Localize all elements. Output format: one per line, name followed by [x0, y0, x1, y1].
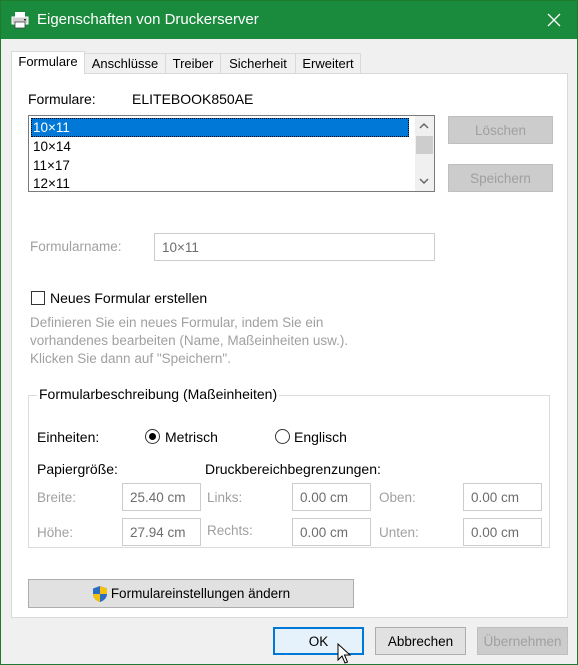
- new-form-checkbox[interactable]: [31, 291, 45, 305]
- change-settings-label: Formulareinstellungen ändern: [110, 586, 291, 601]
- close-button[interactable]: [531, 1, 577, 39]
- list-scrollbar[interactable]: [415, 116, 434, 191]
- change-form-settings-button[interactable]: Formulareinstellungen ändern: [28, 579, 354, 608]
- left-label: Links:: [207, 490, 243, 505]
- left-margin-input[interactable]: 0.00 cm: [292, 483, 371, 511]
- apply-button[interactable]: Übernehmen: [477, 627, 568, 655]
- list-item[interactable]: 10×14: [31, 137, 409, 156]
- mouse-cursor-icon: [337, 643, 351, 664]
- right-margin-input[interactable]: 0.00 cm: [292, 518, 371, 546]
- tab-sicherheit[interactable]: Sicherheit: [220, 53, 296, 73]
- metric-radio[interactable]: [145, 429, 160, 444]
- paper-size-label: Papiergröße:: [37, 461, 118, 477]
- save-button[interactable]: Speichern: [448, 164, 553, 192]
- tab-formulare[interactable]: Formulare: [11, 51, 85, 74]
- metric-label[interactable]: Metrisch: [165, 429, 218, 445]
- server-name: ELITEBOOK850AE: [132, 91, 254, 107]
- chevron-up-icon[interactable]: [419, 122, 429, 129]
- formulare-label: Formulare:: [28, 91, 96, 107]
- forms-listbox[interactable]: 10×11 10×14 11×17 12×11: [28, 115, 435, 192]
- title-bar[interactable]: Eigenschaften von Druckerserver: [1, 1, 577, 39]
- height-input[interactable]: 27.94 cm: [122, 518, 201, 546]
- group-title: Formularbeschreibung (Maßeinheiten): [37, 386, 280, 402]
- list-item[interactable]: 12×11: [31, 174, 409, 193]
- form-description-group: Formularbeschreibung (Maßeinheiten) Einh…: [28, 386, 550, 548]
- width-input[interactable]: 25.40 cm: [122, 483, 201, 511]
- delete-button[interactable]: Löschen: [448, 116, 553, 144]
- cancel-button[interactable]: Abbrechen: [375, 627, 466, 655]
- list-item[interactable]: 10×11: [31, 118, 409, 137]
- top-label: Oben:: [379, 490, 416, 505]
- list-item[interactable]: 11×17: [31, 156, 409, 175]
- tab-anschluesse[interactable]: Anschlüsse: [84, 53, 166, 73]
- top-margin-input[interactable]: 0.00 cm: [463, 483, 542, 511]
- english-label[interactable]: Englisch: [294, 429, 347, 445]
- english-radio[interactable]: [275, 429, 290, 444]
- formname-input[interactable]: 10×11: [154, 233, 435, 261]
- bottom-label: Unten:: [379, 525, 419, 540]
- properties-window: Eigenschaften von Druckerserver Formular…: [0, 0, 578, 665]
- printer-icon: [11, 12, 29, 29]
- tab-treiber[interactable]: Treiber: [165, 53, 221, 73]
- close-icon: [547, 13, 561, 27]
- formname-label: Formularname:: [30, 239, 122, 254]
- scrollbar-thumb[interactable]: [416, 136, 433, 154]
- print-area-label: Druckbereichbegrenzungen:: [205, 461, 381, 477]
- shield-icon: [92, 585, 107, 602]
- right-label: Rechts:: [207, 523, 253, 538]
- bottom-margin-input[interactable]: 0.00 cm: [463, 518, 542, 546]
- height-label: Höhe:: [37, 525, 74, 540]
- new-form-description: Definieren Sie ein neues Formular, indem…: [30, 315, 349, 366]
- width-label: Breite:: [37, 490, 77, 505]
- chevron-down-icon[interactable]: [419, 178, 429, 185]
- units-label: Einheiten:: [37, 429, 100, 445]
- new-form-label[interactable]: Neues Formular erstellen: [50, 290, 207, 306]
- window-title: Eigenschaften von Druckerserver: [37, 11, 259, 28]
- tab-erweitert[interactable]: Erweitert: [295, 53, 361, 73]
- tab-panel-formulare: Formulare: ELITEBOOK850AE 10×11 10×14 11…: [11, 73, 568, 618]
